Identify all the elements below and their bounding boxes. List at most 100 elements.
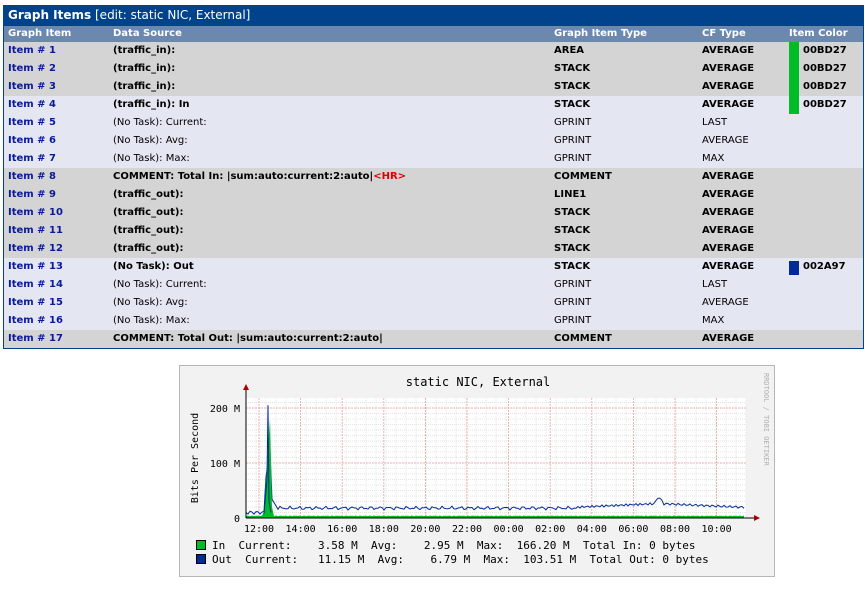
table-row: Item # 13 (No Task): Out STACK AVERAGE 002A9…: [4, 258, 863, 276]
header-graph-item: Graph Item: [8, 28, 72, 39]
legend-in: In Current: 3.58 M Avg: 2.95 M Max: 166.…: [196, 539, 695, 553]
graph-items-table-body: Item # 1 (traffic_in): AREA AVERAGE 00BD27 It…: [4, 42, 863, 348]
data-source-cell: (traffic_in): In: [113, 99, 190, 110]
cf-type-cell: AVERAGE: [702, 297, 749, 308]
cf-type-cell: AVERAGE: [702, 207, 755, 218]
cf-type-cell: AVERAGE: [702, 63, 755, 74]
x-tick-label: 10:00: [702, 524, 732, 535]
item-type-cell: STACK: [554, 99, 591, 110]
table-row: Item # 8 COMMENT: Total In: |sum:auto:cur…: [4, 168, 863, 186]
item-color-swatch: [789, 78, 799, 96]
graph-item-link[interactable]: Item # 11: [8, 222, 63, 240]
table-row: Item # 16 (No Task): Max: GPRINT MAX: [4, 312, 863, 330]
item-type-cell: STACK: [554, 207, 591, 218]
table-row: Item # 10 (traffic_out): STACK AVERAGE: [4, 204, 863, 222]
item-type-cell: STACK: [554, 225, 591, 236]
table-row: Item # 1 (traffic_in): AREA AVERAGE 00BD27: [4, 42, 863, 60]
graph-item-link[interactable]: Item # 1: [8, 42, 56, 60]
graph-item-link[interactable]: Item # 8: [8, 168, 56, 186]
item-type-cell: GPRINT: [554, 315, 592, 326]
item-type-cell: COMMENT: [554, 333, 612, 344]
graph-items-panel: Graph Items [edit: static NIC, External]…: [3, 5, 864, 349]
x-tick-label: 12:00: [244, 524, 274, 535]
graph-item-link[interactable]: Item # 3: [8, 78, 56, 96]
graph-item-link[interactable]: Item # 2: [8, 60, 56, 78]
graph-item-link[interactable]: Item # 15: [8, 294, 63, 312]
graph-item-link[interactable]: Item # 7: [8, 150, 56, 168]
x-tick-label: 14:00: [286, 524, 316, 535]
table-row: Item # 12 (traffic_out): STACK AVERAGE: [4, 240, 863, 258]
data-source-cell: (No Task): Current:: [113, 117, 207, 128]
cf-type-cell: MAX: [702, 153, 725, 164]
item-type-cell: STACK: [554, 63, 591, 74]
item-color-swatch: [789, 60, 799, 78]
graph-item-link[interactable]: Item # 10: [8, 204, 63, 222]
table-row: Item # 5 (No Task): Current: GPRINT LAST: [4, 114, 863, 132]
graph-item-link[interactable]: Item # 14: [8, 276, 63, 294]
legend-in-swatch: [196, 540, 206, 550]
panel-title: Graph Items [edit: static NIC, External]: [4, 5, 863, 26]
item-type-cell: GPRINT: [554, 117, 592, 128]
data-source-cell: (traffic_out):: [113, 207, 184, 218]
item-color-swatch: [789, 261, 799, 275]
y-tick-label: 0: [234, 514, 240, 525]
legend-out: Out Current: 11.15 M Avg: 6.79 M Max: 10…: [196, 553, 709, 567]
data-source-cell: (No Task): Max:: [113, 315, 190, 326]
data-source-cell-wrap: COMMENT: Total In: |sum:auto:current:2:a…: [113, 168, 406, 186]
cf-type-cell: AVERAGE: [702, 261, 755, 272]
hard-return-tag: <HR>: [373, 171, 407, 182]
cf-type-cell: AVERAGE: [702, 45, 755, 56]
graph-item-link[interactable]: Item # 17: [8, 330, 63, 348]
legend-out-swatch: [196, 554, 206, 564]
graph-title: static NIC, External: [406, 375, 551, 389]
table-row: Item # 3 (traffic_in): STACK AVERAGE 00BD27: [4, 78, 863, 96]
x-axis-arrow: [754, 515, 760, 521]
header-cf-type: CF Type: [702, 28, 746, 39]
data-source-cell: (traffic_out):: [113, 243, 184, 254]
cf-type-cell: AVERAGE: [702, 135, 749, 146]
item-type-cell: GPRINT: [554, 153, 592, 164]
item-type-cell: STACK: [554, 81, 591, 92]
item-color-hex: 002A97: [803, 261, 846, 272]
item-type-cell: COMMENT: [554, 171, 612, 182]
graph-preview: 0 100 M 200 M 12:00 14:00 16:00 18:00 20:00 22:0…: [179, 365, 775, 577]
table-row: Item # 6 (No Task): Avg: GPRINT AVERAGE: [4, 132, 863, 150]
data-source-cell: (No Task): Avg:: [113, 135, 188, 146]
table-row: Item # 17 COMMENT: Total Out: |sum:auto:c…: [4, 330, 863, 348]
graph-item-link[interactable]: Item # 6: [8, 132, 56, 150]
data-source-cell: (traffic_in):: [113, 81, 176, 92]
graph-item-link[interactable]: Item # 4: [8, 96, 56, 114]
data-source-cell: (traffic_out):: [113, 225, 184, 236]
item-color-hex: 00BD27: [803, 81, 847, 92]
graph-item-link[interactable]: Item # 13: [8, 258, 63, 276]
x-tick-label: 02:00: [535, 524, 565, 535]
item-color-hex: 00BD27: [803, 99, 847, 110]
legend-in-text: In Current: 3.58 M Avg: 2.95 M Max: 166.…: [212, 539, 696, 552]
data-source-cell: (No Task): Avg:: [113, 297, 188, 308]
graph-item-link[interactable]: Item # 5: [8, 114, 56, 132]
x-tick-label: 20:00: [410, 524, 440, 535]
graph-item-link[interactable]: Item # 9: [8, 186, 56, 204]
table-row: Item # 15 (No Task): Avg: GPRINT AVERAGE: [4, 294, 863, 312]
item-color-hex: 00BD27: [803, 45, 847, 56]
cf-type-cell: LAST: [702, 279, 728, 290]
y-tick-label: 100 M: [210, 459, 240, 470]
cf-type-cell: AVERAGE: [702, 171, 755, 182]
y-tick-label: 200 M: [210, 404, 240, 415]
rrdtool-watermark: RRDTOOL / TOBI OETIKER: [762, 373, 770, 467]
x-tick-label: 22:00: [452, 524, 482, 535]
cf-type-cell: AVERAGE: [702, 81, 755, 92]
cf-type-cell: MAX: [702, 315, 725, 326]
cf-type-cell: AVERAGE: [702, 225, 755, 236]
graph-item-link[interactable]: Item # 12: [8, 240, 63, 258]
header-item-type: Graph Item Type: [554, 28, 647, 39]
header-item-color: Item Color: [789, 28, 848, 39]
panel-title-main: Graph Items: [8, 8, 92, 22]
item-type-cell: STACK: [554, 261, 591, 272]
item-type-cell: GPRINT: [554, 135, 592, 146]
x-tick-label: 08:00: [660, 524, 690, 535]
graph-item-link[interactable]: Item # 16: [8, 312, 63, 330]
cf-type-cell: AVERAGE: [702, 333, 755, 344]
data-source-cell: (No Task): Current:: [113, 279, 207, 290]
x-tick-label: 06:00: [618, 524, 648, 535]
